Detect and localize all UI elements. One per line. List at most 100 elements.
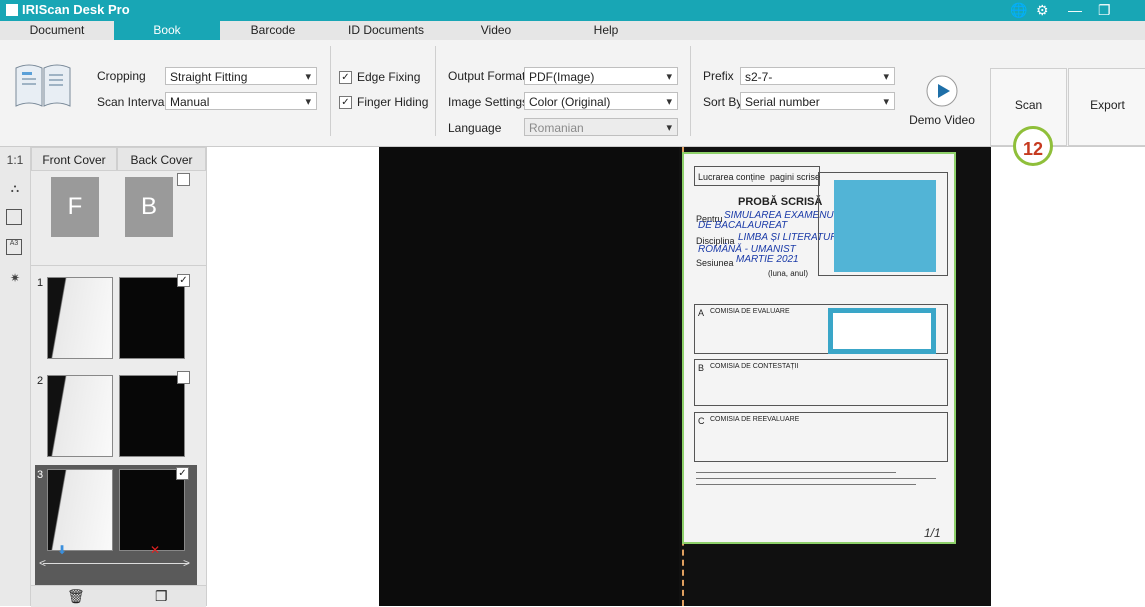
stamp-icon[interactable]: ⛬ [6, 181, 24, 199]
sort-by-label: Sort By [703, 95, 743, 109]
row-number: 2 [37, 375, 44, 387]
selected-page-row[interactable]: 3 ✓ ⬇ ✕ < > [35, 465, 197, 585]
page-size-icon[interactable]: A3 [6, 239, 22, 255]
book-icon [15, 64, 71, 107]
copy-icon[interactable]: ❐ [155, 588, 168, 605]
gear-icon[interactable]: ⚙ [1036, 2, 1049, 19]
demo-video-label: Demo Video [909, 113, 975, 127]
field-note: (luna, anul) [768, 269, 809, 278]
toolbar-divider [435, 46, 436, 136]
image-settings-select[interactable]: Color (Original) [524, 92, 678, 111]
menu-tabs: Document Book Barcode ID Documents Video… [0, 21, 1145, 41]
row-number: 1 [37, 277, 44, 289]
fine-print-line [696, 484, 916, 485]
front-cover-tab[interactable]: Front Cover [31, 147, 117, 171]
restore-icon[interactable]: ❐ [1098, 2, 1111, 19]
thumbnail-panel: Front Cover Back Cover F B 1 ✓ 2 3 ✓ ⬇ ✕… [31, 147, 207, 606]
page-checkbox[interactable]: ✓ [176, 467, 189, 480]
cover-checkbox[interactable] [177, 173, 190, 186]
ratio-button[interactable]: 1:1 [6, 153, 24, 171]
redaction-block [834, 180, 936, 272]
page-count-handwriting: 1/1 [924, 526, 941, 540]
edge-fixing-label: Edge Fixing [357, 70, 421, 84]
page-thumb-left[interactable] [47, 469, 113, 551]
minimize-icon[interactable]: — [1068, 2, 1082, 18]
table-heading: COMISIA DE REEVALUARE [710, 416, 800, 423]
language-label: Language [448, 121, 502, 135]
fine-print-line [696, 472, 896, 473]
output-format-select[interactable]: PDF(Image) [524, 67, 678, 86]
page-thumb-right[interactable] [119, 469, 185, 551]
scan-label: Scan [1014, 98, 1043, 112]
cropping-label: Cropping [97, 69, 146, 83]
crop-frame-icon[interactable] [6, 209, 22, 225]
prefix-input[interactable]: s2-7- [740, 67, 895, 86]
scan-interval-select[interactable]: Manual [165, 92, 317, 111]
divider [31, 265, 206, 266]
check-icon: ✓ [339, 70, 352, 84]
app-brand: IRIScan Desk Pro [6, 2, 130, 17]
arrow-down-icon[interactable]: ⬇ [57, 543, 67, 557]
tab-book[interactable]: Book [114, 21, 220, 40]
toolbar-divider [690, 46, 691, 136]
language-select: Romanian [524, 118, 678, 137]
table-heading: COMISIA DE CONTESTAȚII [710, 363, 799, 370]
page-thumb-left[interactable] [47, 375, 113, 457]
back-cover-tab[interactable]: Back Cover [117, 147, 206, 171]
demo-video-button[interactable]: Demo Video [902, 70, 982, 140]
export-button[interactable]: Export [1068, 68, 1145, 146]
tab-help[interactable]: Help [546, 21, 666, 40]
check-icon: ✓ [339, 95, 352, 109]
edge-fixing-checkbox[interactable]: ✓ Edge Fixing [339, 70, 420, 84]
play-icon [926, 75, 958, 107]
page-thumb-right[interactable] [119, 375, 185, 457]
image-settings-label: Image Settings [448, 95, 529, 109]
tab-document[interactable]: Document [0, 21, 114, 40]
page-thumb-right[interactable] [119, 277, 185, 359]
left-tool-strip: 1:1 ⛬ A3 ✷ [0, 147, 31, 606]
range-end-icon: > [183, 556, 191, 570]
preview-right-margin [991, 147, 1145, 606]
front-cover-thumb[interactable]: F [51, 177, 99, 237]
range-start-icon: < [39, 556, 47, 570]
section-letter: B [698, 363, 705, 373]
thumbnail-actions: 🗑 ❐ [31, 585, 206, 607]
preview-left-dark [379, 147, 679, 606]
page-checkbox[interactable]: ✓ [177, 274, 190, 287]
section-letter: A [698, 308, 705, 318]
output-format-label: Output Format [448, 69, 526, 83]
sort-by-select[interactable]: Serial number [740, 92, 895, 111]
tab-id-documents[interactable]: ID Documents [326, 21, 446, 40]
pages-suffix: pagini scrise [770, 172, 821, 182]
toolbar-divider [330, 46, 331, 136]
globe-icon[interactable]: 🌐 [1010, 2, 1027, 19]
preview-margin [207, 147, 379, 606]
book-toolbar: Cropping Straight Fitting Scan Interval … [0, 40, 1145, 147]
finger-hiding-checkbox[interactable]: ✓ Finger Hiding [339, 95, 428, 109]
app-logo-icon [6, 3, 18, 16]
step-number-badge: 12 [1013, 126, 1053, 166]
section-letter: C [698, 416, 705, 426]
page-thumb-left[interactable] [47, 277, 113, 359]
tab-barcode[interactable]: Barcode [220, 21, 326, 40]
trash-icon[interactable]: 🗑 [67, 588, 85, 605]
field-label: Sesiunea [696, 258, 734, 268]
prefix-value: s2-7- [745, 70, 773, 84]
brightness-icon[interactable]: ✷ [6, 271, 24, 289]
handwriting: MARTIE 2021 [736, 254, 799, 265]
scan-interval-label: Scan Interval [97, 95, 168, 109]
pages-label: Lucrarea conține [698, 172, 766, 182]
redaction-block [828, 308, 936, 354]
title-bar: IRIScan Desk Pro 🌐 ⚙ — ❐ [0, 0, 1145, 21]
range-bar [43, 563, 189, 564]
fine-print-line [696, 478, 936, 479]
tab-video[interactable]: Video [446, 21, 546, 40]
page-checkbox[interactable] [177, 371, 190, 384]
back-cover-thumb[interactable]: B [125, 177, 173, 237]
export-label: Export [1090, 98, 1125, 112]
table-heading: COMISIA DE EVALUARE [710, 308, 790, 315]
cropping-select[interactable]: Straight Fitting [165, 67, 317, 86]
app-title: IRIScan Desk Pro [22, 2, 130, 17]
row-number: 3 [37, 469, 44, 481]
delete-x-icon[interactable]: ✕ [150, 543, 160, 557]
